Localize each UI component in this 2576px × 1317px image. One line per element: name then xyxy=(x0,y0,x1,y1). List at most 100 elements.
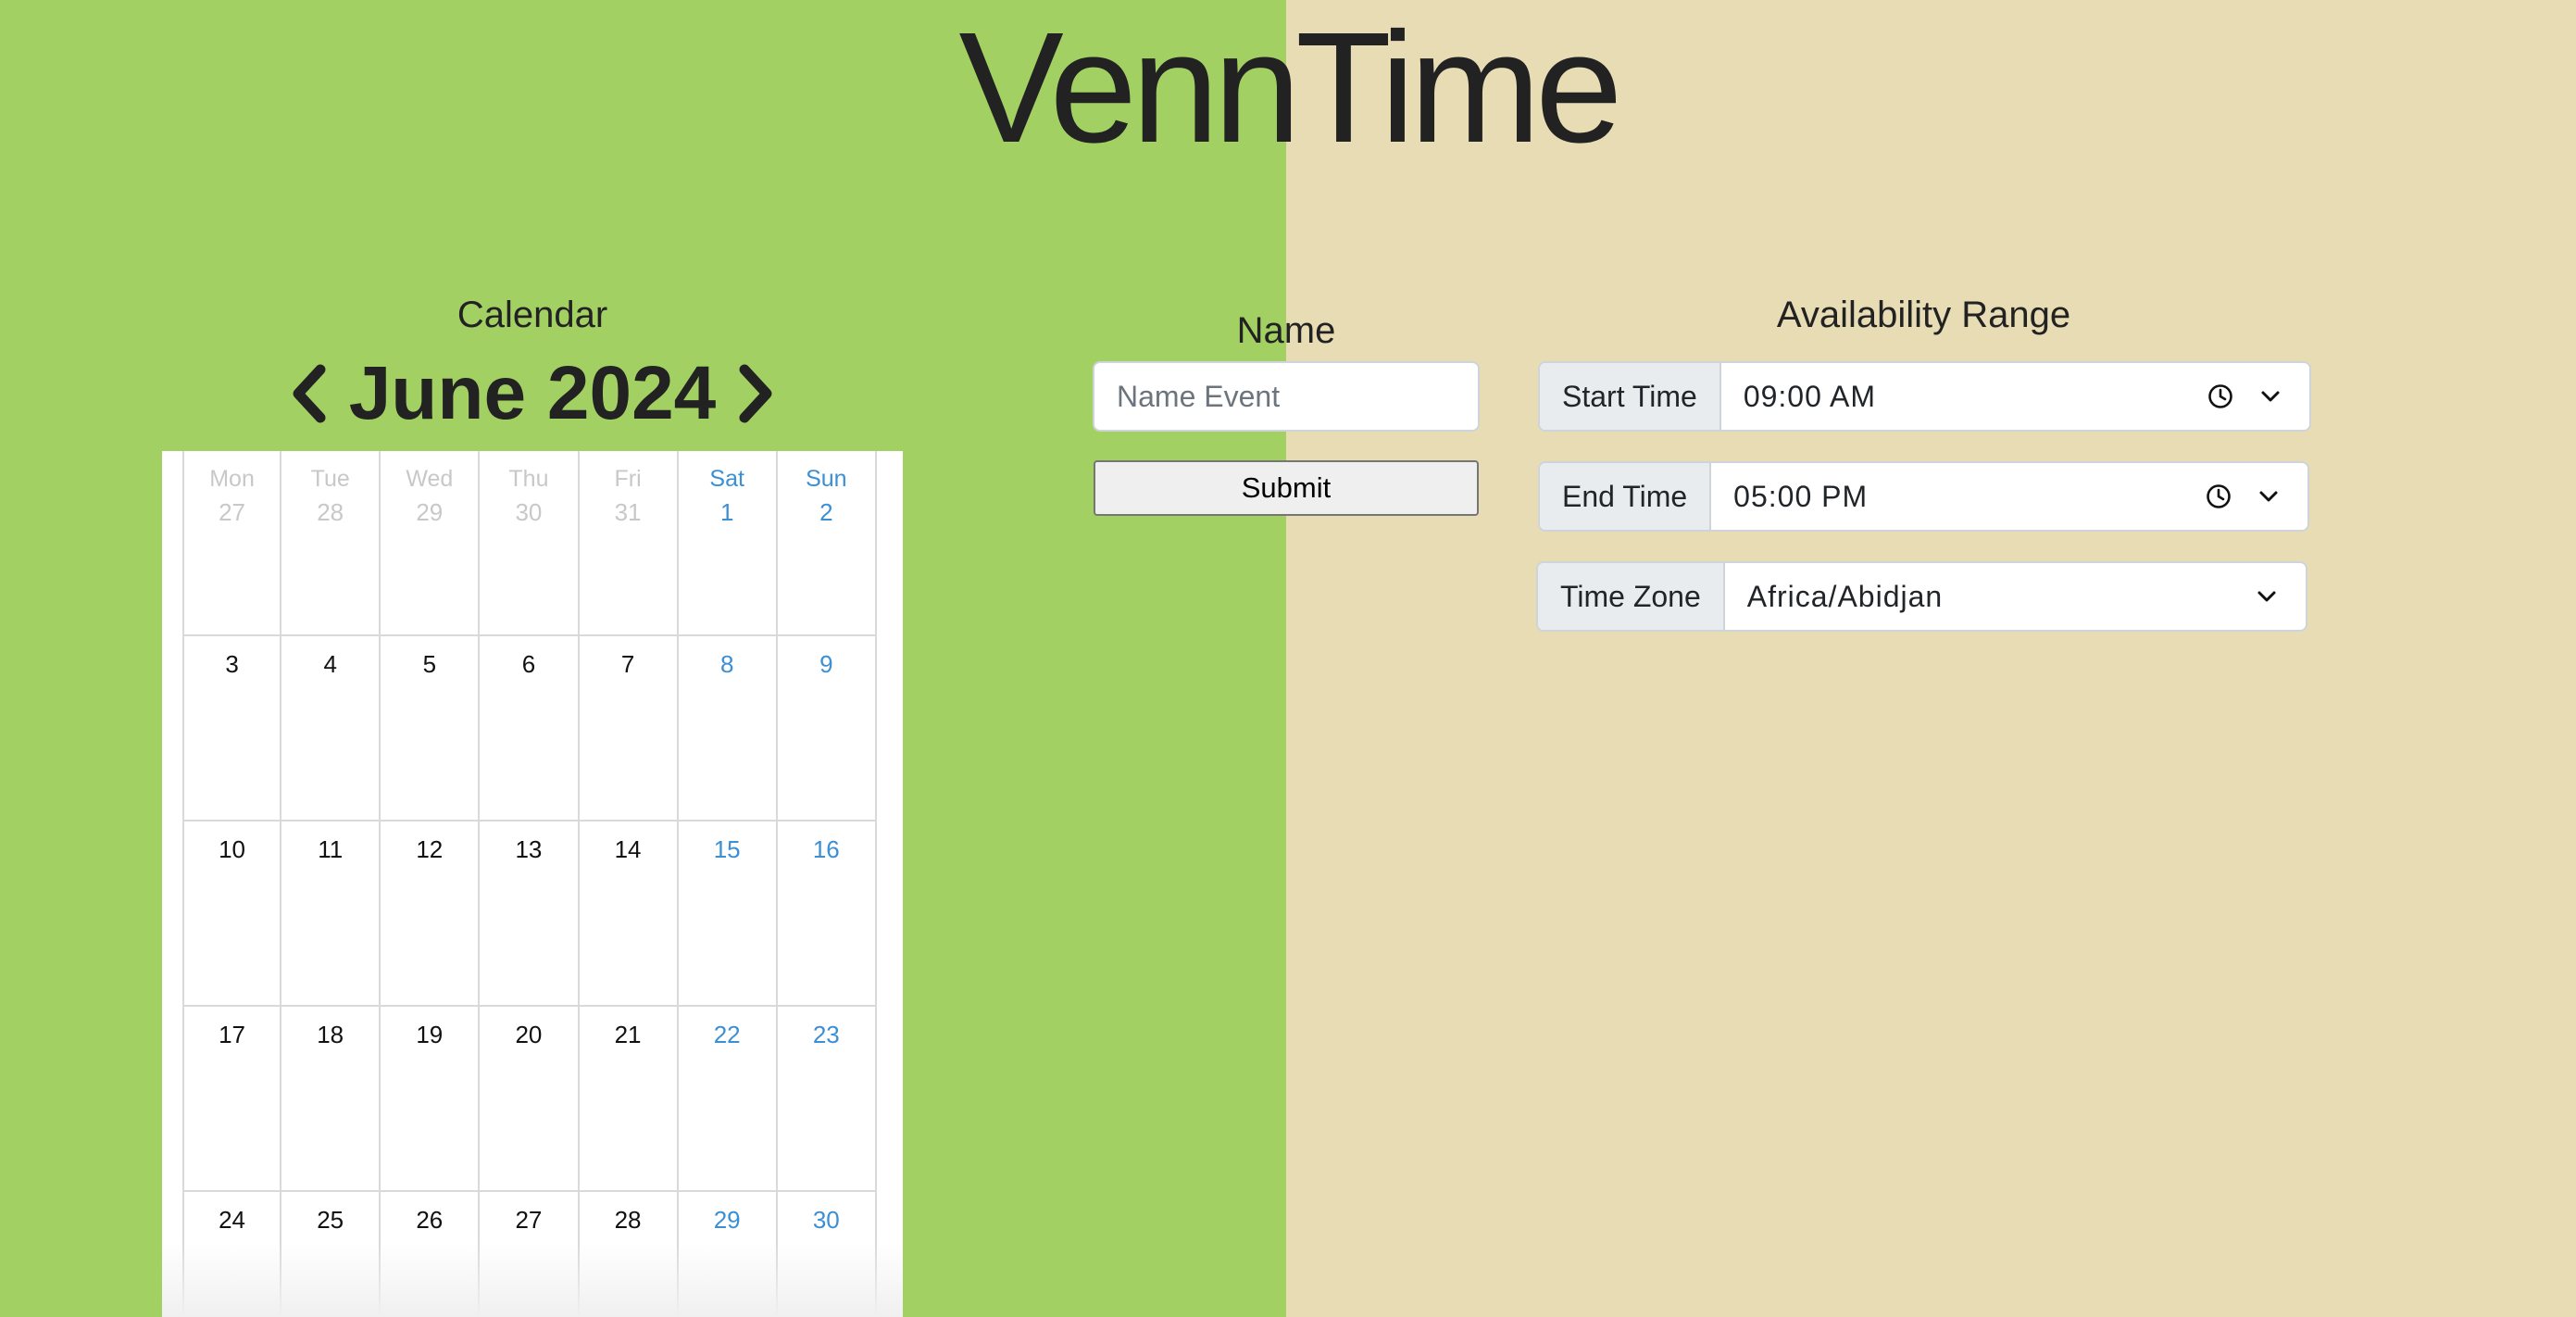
day-number: 28 xyxy=(317,498,344,526)
prev-month-button[interactable] xyxy=(286,357,332,431)
day-number: 29 xyxy=(416,498,444,526)
day-number: 18 xyxy=(317,1021,344,1048)
time-zone-value: Africa/Abidjan xyxy=(1746,579,1944,613)
day-number: 27 xyxy=(515,1206,543,1234)
day-number: 22 xyxy=(713,1021,741,1048)
calendar-day-cell[interactable]: 15 xyxy=(678,822,778,1007)
month-navigation: June 2024 xyxy=(162,343,903,445)
end-time-input[interactable]: 05:00 PM xyxy=(1711,463,2307,530)
day-number: 19 xyxy=(416,1021,444,1048)
calendar-day-cell[interactable]: 22 xyxy=(678,1007,778,1192)
calendar-day-cell[interactable]: 18 xyxy=(281,1007,381,1192)
right-background-panel xyxy=(1286,0,2576,1317)
calendar-day-cell[interactable]: 9 xyxy=(777,636,877,822)
calendar-day-cell[interactable]: Sun 2 xyxy=(777,451,877,636)
time-zone-group: Time Zone Africa/Abidjan xyxy=(1536,561,2307,632)
calendar-day-cell[interactable]: 23 xyxy=(777,1007,877,1192)
day-number: 2 xyxy=(819,498,833,526)
calendar-day-cell[interactable]: 16 xyxy=(777,822,877,1007)
day-number: 4 xyxy=(323,650,337,678)
chevron-down-icon[interactable] xyxy=(2254,380,2287,413)
day-number: 25 xyxy=(317,1206,344,1234)
day-number: 12 xyxy=(416,835,444,863)
calendar-day-cell[interactable]: 13 xyxy=(480,822,580,1007)
day-number: 14 xyxy=(614,835,642,863)
day-number: 11 xyxy=(318,835,344,863)
calendar-day-cell[interactable]: 5 xyxy=(381,636,481,822)
end-time-group: End Time 05:00 PM xyxy=(1538,461,2309,532)
day-number: 31 xyxy=(614,498,642,526)
calendar-day-cell[interactable]: 3 xyxy=(182,636,282,822)
day-number: 21 xyxy=(614,1021,642,1048)
day-number: 26 xyxy=(416,1206,444,1234)
next-month-button[interactable] xyxy=(732,357,779,431)
calendar-day-cell[interactable]: Tue 28 xyxy=(281,451,381,636)
day-number: 5 xyxy=(422,650,437,678)
availability-range-label: Availability Range xyxy=(1776,295,2071,335)
calendar-days: Mon 27 Tue 28 Wed 29 Thu 30 Fri 31 Sat 1 Sun 2 3 4 5 6 7 8 9… xyxy=(182,451,877,1317)
day-number: 24 xyxy=(219,1206,246,1234)
calendar-day-cell[interactable]: Fri 31 xyxy=(579,451,679,636)
day-number: 30 xyxy=(812,1206,840,1234)
day-number: 3 xyxy=(225,650,239,678)
weekday-label: Thu xyxy=(508,466,549,492)
calendar-day-cell[interactable]: 14 xyxy=(579,822,679,1007)
day-number: 6 xyxy=(521,650,536,678)
day-number: 1 xyxy=(719,498,734,526)
day-number: 17 xyxy=(219,1021,246,1048)
calendar-day-cell[interactable]: 17 xyxy=(182,1007,282,1192)
day-number: 23 xyxy=(812,1021,840,1048)
day-number: 9 xyxy=(819,650,833,678)
calendar-day-cell[interactable]: 19 xyxy=(381,1007,481,1192)
day-number: 13 xyxy=(515,835,543,863)
weekday-label: Fri xyxy=(614,466,642,492)
calendar-day-cell[interactable]: 20 xyxy=(480,1007,580,1192)
weekday-label: Mon xyxy=(209,466,255,492)
start-time-value: 09:00 AM xyxy=(1743,379,1877,413)
calendar-day-cell[interactable]: Thu 30 xyxy=(480,451,580,636)
start-time-input[interactable]: 09:00 AM xyxy=(1721,363,2309,430)
chevron-down-icon[interactable] xyxy=(2250,580,2283,613)
name-label: Name xyxy=(1236,310,1336,351)
start-time-label: Start Time xyxy=(1540,363,1721,430)
calendar-label: Calendar xyxy=(456,295,608,335)
chevron-down-icon[interactable] xyxy=(2252,480,2285,513)
start-time-group: Start Time 09:00 AM xyxy=(1538,361,2311,432)
clock-icon[interactable] xyxy=(2202,480,2235,513)
weekday-label: Sat xyxy=(709,466,744,492)
event-name-input[interactable] xyxy=(1093,361,1480,432)
calendar-day-cell[interactable]: 10 xyxy=(182,822,282,1007)
app-title: VennTime xyxy=(958,0,1622,176)
calendar-day-cell[interactable]: 7 xyxy=(579,636,679,822)
chevron-right-icon xyxy=(739,364,772,423)
day-number: 29 xyxy=(713,1206,741,1234)
calendar-day-cell[interactable]: 12 xyxy=(381,822,481,1007)
time-zone-select[interactable]: Africa/Abidjan xyxy=(1725,563,2306,630)
calendar-day-cell[interactable]: Wed 29 xyxy=(381,451,481,636)
day-number: 20 xyxy=(515,1021,543,1048)
day-number: 8 xyxy=(719,650,734,678)
end-time-value: 05:00 PM xyxy=(1733,479,1869,513)
month-title: June 2024 xyxy=(348,351,717,435)
calendar-day-cell[interactable]: 11 xyxy=(281,822,381,1007)
day-number: 16 xyxy=(812,835,840,863)
calendar-day-cell[interactable]: 8 xyxy=(678,636,778,822)
weekday-label: Wed xyxy=(406,466,454,492)
weekday-label: Sun xyxy=(806,466,847,492)
day-number: 27 xyxy=(219,498,246,526)
time-zone-label: Time Zone xyxy=(1538,563,1725,630)
calendar-day-cell[interactable]: Mon 27 xyxy=(182,451,282,636)
day-number: 28 xyxy=(614,1206,642,1234)
day-number: 15 xyxy=(713,835,741,863)
day-number: 10 xyxy=(219,835,246,863)
day-number: 7 xyxy=(620,650,635,678)
weekday-label: Tue xyxy=(310,466,350,492)
day-number: 30 xyxy=(515,498,543,526)
calendar-day-cell[interactable]: 21 xyxy=(579,1007,679,1192)
calendar-day-cell[interactable]: Sat 1 xyxy=(678,451,778,636)
clock-icon[interactable] xyxy=(2204,380,2237,413)
calendar-day-cell[interactable]: 6 xyxy=(480,636,580,822)
calendar-day-cell[interactable]: 4 xyxy=(281,636,381,822)
submit-button[interactable]: Submit xyxy=(1094,460,1479,516)
end-time-label: End Time xyxy=(1540,463,1712,530)
